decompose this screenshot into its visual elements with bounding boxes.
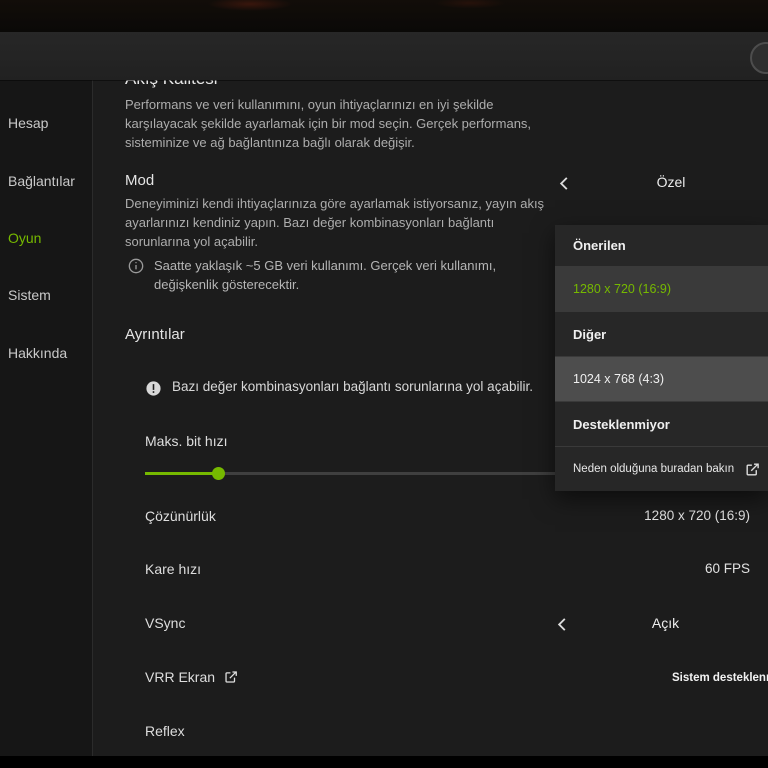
details-warning-row: Bazı değer kombinasyonları bağlantı soru… xyxy=(145,379,533,397)
sidebar-item-connections[interactable]: Bağlantılar xyxy=(8,173,75,189)
bottom-black-strip xyxy=(0,756,768,768)
dropdown-option-1024x768[interactable]: 1024 x 768 (4:3) xyxy=(555,357,768,402)
resolution-value[interactable]: 1280 x 720 (16:9) xyxy=(644,508,750,523)
stream-quality-description: Performans ve veri kullanımını, oyun iht… xyxy=(125,97,532,150)
vrr-row: VRR Ekran xyxy=(145,669,238,685)
settings-screen: Hesap Bağlantılar Oyun Sistem Hakkında A… xyxy=(0,0,768,768)
framerate-label: Kare hızı xyxy=(145,561,202,577)
sidebar-item-game[interactable]: Oyun xyxy=(8,230,41,246)
vrr-label: VRR Ekran xyxy=(145,669,216,685)
sidebar-item-about[interactable]: Hakkında xyxy=(8,345,67,361)
dropdown-footer-why-link[interactable]: Neden olduğuna buradan bakın xyxy=(555,447,768,491)
info-icon xyxy=(128,258,144,274)
mode-prev-chevron-left-icon[interactable] xyxy=(558,176,570,191)
vsync-prev-chevron-left-icon[interactable] xyxy=(556,617,568,632)
external-link-icon[interactable] xyxy=(224,670,238,684)
sidebar-item-system[interactable]: Sistem xyxy=(8,287,51,303)
mode-description: Deneyiminizi kendi ihtiyaçlarınıza göre … xyxy=(125,196,545,249)
dropdown-option-1280x720[interactable]: 1280 x 720 (16:9) xyxy=(555,267,768,312)
dropdown-header-other: Diğer xyxy=(555,312,768,357)
details-warning-text: Bazı değer kombinasyonları bağlantı soru… xyxy=(172,379,533,394)
bitrate-slider-handle[interactable] xyxy=(211,467,225,480)
bitrate-slider-fill xyxy=(145,472,218,475)
max-bitrate-label: Maks. bit hızı xyxy=(145,433,228,449)
vrr-value: Sistem desteklenm xyxy=(672,672,768,684)
data-usage-note-row: Saatte yaklaşık ~5 GB veri kullanımı. Ge… xyxy=(128,256,548,294)
framerate-value[interactable]: 60 FPS xyxy=(705,561,750,576)
external-link-icon[interactable] xyxy=(745,462,760,477)
data-usage-note: Saatte yaklaşık ~5 GB veri kullanımı. Ge… xyxy=(154,258,497,292)
game-background-strip xyxy=(0,0,768,32)
settings-sidebar: Hesap Bağlantılar Oyun Sistem Hakkında xyxy=(0,80,93,756)
dropdown-footer-link-text[interactable]: Neden olduğuna buradan bakın xyxy=(573,463,734,475)
resolution-label: Çözünürlük xyxy=(145,508,216,524)
warning-icon xyxy=(145,380,162,397)
dropdown-header-unsupported: Desteklenmiyor xyxy=(555,402,768,447)
vsync-label: VSync xyxy=(145,615,186,631)
mode-value[interactable]: Özel xyxy=(611,174,731,190)
header-bar xyxy=(0,32,768,80)
dropdown-header-recommended: Önerilen xyxy=(555,225,768,267)
mode-label: Mod xyxy=(125,172,155,189)
sidebar-item-account[interactable]: Hesap xyxy=(8,115,48,131)
details-title: Ayrıntılar xyxy=(125,326,185,343)
vsync-value[interactable]: Açık xyxy=(608,615,723,631)
reflex-label: Reflex xyxy=(145,723,185,739)
header-avatar[interactable] xyxy=(750,42,768,74)
resolution-dropdown: Önerilen 1280 x 720 (16:9) Diğer 1024 x … xyxy=(555,225,768,491)
